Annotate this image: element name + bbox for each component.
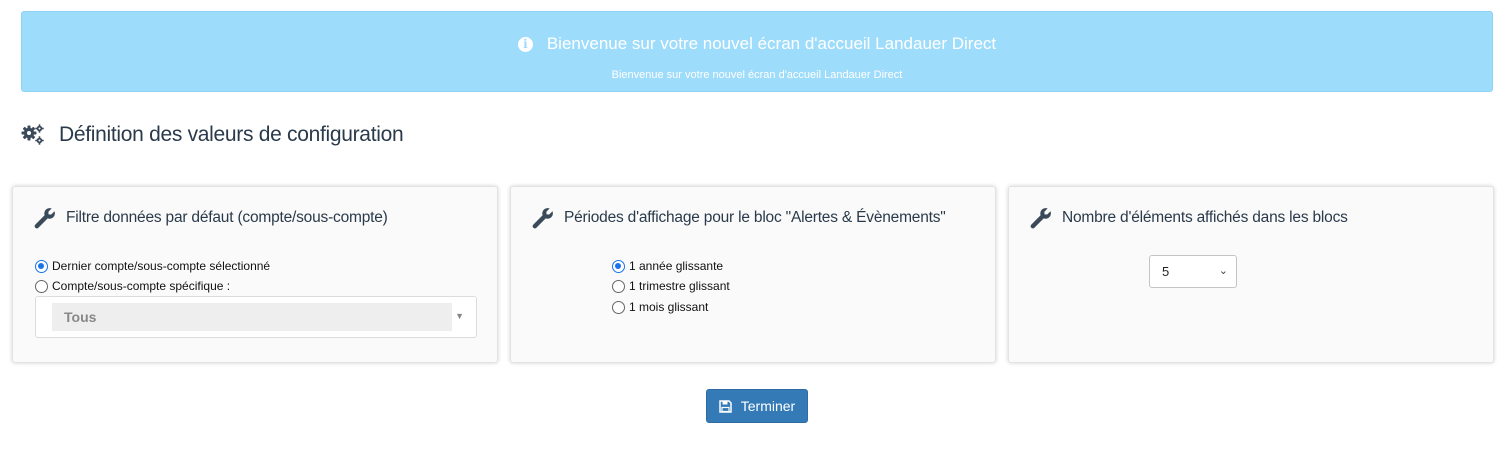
card-item-count: Nombre d'éléments affichés dans les bloc… <box>1008 186 1494 363</box>
radio-last-account[interactable]: Dernier compte/sous-compte sélectionné <box>35 259 270 273</box>
account-select[interactable]: Tous ▼ <box>35 296 477 338</box>
radio-label: Dernier compte/sous-compte sélectionné <box>52 259 271 273</box>
banner-title: Bienvenue sur votre nouvel écran d'accue… <box>546 34 997 53</box>
card-title: Périodes d'affichage pour le bloc "Alert… <box>564 209 946 226</box>
card-display-periods: Périodes d'affichage pour le bloc "Alert… <box>510 186 996 363</box>
finish-button-label: Terminer <box>740 398 796 414</box>
radio-button[interactable] <box>612 279 625 293</box>
chevron-down-icon: ⌄ <box>1218 265 1228 277</box>
wrench-icon <box>1030 208 1051 229</box>
card-title: Nombre d'éléments affichés dans les bloc… <box>1062 209 1348 226</box>
card-title: Filtre données par défaut (compte/sous-c… <box>66 209 388 226</box>
radio-label: 1 année glissante <box>629 259 724 273</box>
item-count-value: 5 <box>1162 264 1170 279</box>
radio-one-quarter[interactable]: 1 trimestre glissant <box>612 279 730 293</box>
radio-button[interactable] <box>35 279 48 293</box>
radio-label: 1 mois glissant <box>629 300 709 314</box>
radio-one-month[interactable]: 1 mois glissant <box>612 300 708 314</box>
wrench-icon <box>532 208 553 229</box>
card-header: Filtre données par défaut (compte/sous-c… <box>34 207 388 229</box>
radio-label: Compte/sous-compte spécifique : <box>52 279 231 293</box>
page-title: Définition des valeurs de configuration <box>59 123 404 146</box>
banner-subtitle: Bienvenue sur votre nouvel écran d'accue… <box>611 69 903 81</box>
wrench-icon <box>34 208 55 229</box>
item-count-select[interactable]: 5 ⌄ <box>1149 255 1237 288</box>
save-icon <box>719 399 732 413</box>
radio-button[interactable] <box>612 300 625 314</box>
radio-label: 1 trimestre glissant <box>629 279 730 293</box>
info-icon: i <box>517 37 533 52</box>
banner-title-row: i Bienvenue sur votre nouvel écran d'accu… <box>22 33 1492 55</box>
welcome-banner: i Bienvenue sur votre nouvel écran d'accu… <box>21 11 1493 92</box>
section-header: Définition des valeurs de configuration <box>21 120 404 150</box>
card-header: Périodes d'affichage pour le bloc "Alert… <box>532 207 946 229</box>
card-default-filter: Filtre données par défaut (compte/sous-c… <box>12 186 498 363</box>
radio-one-year[interactable]: 1 année glissante <box>612 259 723 273</box>
caret-down-icon: ▼ <box>455 311 464 321</box>
radio-specific-account[interactable]: Compte/sous-compte spécifique : <box>35 279 230 293</box>
gears-icon <box>21 124 44 145</box>
finish-button[interactable]: Terminer <box>706 389 808 423</box>
radio-button[interactable] <box>35 259 48 273</box>
radio-button[interactable] <box>612 259 625 273</box>
account-select-value: Tous <box>52 303 452 331</box>
card-header: Nombre d'éléments affichés dans les bloc… <box>1030 207 1348 229</box>
